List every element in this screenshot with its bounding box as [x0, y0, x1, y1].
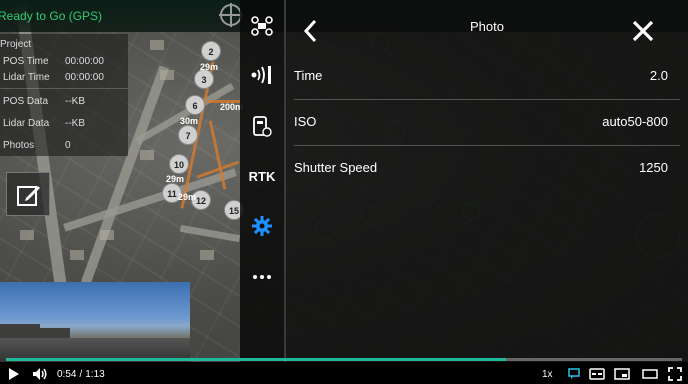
feed-building — [40, 328, 70, 338]
project-row-value: --KB — [65, 118, 85, 129]
close-button[interactable] — [632, 20, 654, 42]
project-title: Project — [0, 39, 32, 50]
map-building — [150, 40, 164, 50]
settings-tool[interactable] — [240, 208, 284, 244]
project-row-key: Lidar Time — [3, 72, 50, 83]
project-row-key: Photos — [3, 140, 35, 151]
project-row-key: POS Time — [3, 56, 49, 67]
rtk-label: RTK — [248, 168, 276, 184]
theater-mode-button[interactable] — [642, 366, 658, 382]
setting-label: Shutter Speed — [294, 160, 378, 175]
aircraft-tool[interactable] — [240, 8, 284, 44]
setting-value: 2.0 — [649, 68, 668, 83]
project-row-value: 00:00:00 — [65, 72, 104, 83]
transcript-button[interactable] — [567, 366, 581, 382]
map-road — [179, 224, 241, 243]
edit-mission-button[interactable] — [6, 172, 50, 216]
map-building — [20, 230, 34, 240]
map-building — [100, 230, 114, 240]
lidar-scan-icon — [251, 66, 271, 84]
captions-icon — [589, 368, 605, 380]
pip-button[interactable] — [614, 366, 630, 382]
map-building — [140, 150, 154, 160]
time-display: 0:54 / 1:13 — [57, 366, 105, 382]
crosshair-icon[interactable] — [219, 3, 243, 27]
altitude-label: 29m — [178, 192, 197, 202]
setting-row-time[interactable]: Time 2.0 — [286, 53, 688, 99]
project-row-value: 0 — [65, 140, 71, 151]
map-building — [200, 250, 214, 260]
setting-value: 1250 — [639, 160, 668, 175]
waypoint-marker[interactable]: 3 — [194, 69, 214, 89]
project-row-value: --KB — [65, 96, 85, 107]
map-building — [160, 70, 174, 80]
picture-in-picture-icon — [614, 368, 630, 380]
rtk-tool[interactable]: RTK — [240, 158, 284, 194]
more-tool[interactable] — [240, 259, 284, 295]
volume-button[interactable] — [32, 366, 48, 382]
captions-button[interactable] — [589, 366, 605, 382]
setting-row-shutter-speed[interactable]: Shutter Speed 1250 — [286, 145, 688, 191]
photo-settings-panel: Photo Time 2.0 ISO auto50-800 Shutter Sp… — [286, 0, 688, 362]
playback-speed-button[interactable]: 1x — [542, 366, 553, 382]
progress-fill — [6, 358, 507, 361]
setting-label: ISO — [294, 114, 317, 129]
device-check-icon — [253, 116, 272, 137]
theater-mode-icon — [642, 369, 658, 379]
mission-toolbar: RTK — [240, 0, 284, 362]
waypoint-marker[interactable]: 2 — [201, 41, 221, 61]
more-dots-icon — [253, 275, 271, 279]
project-row-key: POS Data — [3, 96, 49, 107]
duration: 1:13 — [85, 368, 105, 380]
close-icon — [632, 20, 654, 42]
volume-icon — [33, 368, 47, 380]
progress-bar[interactable] — [6, 358, 682, 361]
play-icon — [9, 368, 19, 380]
project-row-value: 00:00:00 — [65, 56, 104, 67]
current-time: 0:54 — [57, 368, 77, 380]
fullscreen-icon — [668, 367, 682, 381]
drone-icon — [251, 16, 273, 36]
altitude-label: 29m — [166, 174, 185, 184]
fullscreen-button[interactable] — [668, 366, 682, 382]
map-building — [70, 250, 84, 260]
altitude-label: 30m — [180, 116, 199, 126]
playback-speed: 1x — [542, 368, 553, 380]
calibration-tool[interactable] — [240, 108, 284, 144]
altitude-label: 29m — [200, 62, 219, 72]
time-separator: / — [79, 368, 83, 380]
transcript-icon — [568, 368, 580, 379]
panel-title: Photo — [470, 19, 504, 34]
connection-status: Ready to Go (GPS) — [0, 9, 103, 23]
setting-value: auto50-800 — [602, 114, 668, 129]
feed-building — [0, 324, 40, 338]
edit-icon — [17, 186, 40, 206]
setting-row-iso[interactable]: ISO auto50-800 — [286, 99, 688, 145]
play-button[interactable] — [8, 366, 20, 382]
lidar-tool[interactable] — [240, 57, 284, 93]
camera-feed[interactable] — [0, 282, 190, 362]
project-row-key: Lidar Data — [3, 118, 50, 129]
project-info-panel: Project POS Time 00:00:00 Lidar Time 00:… — [0, 34, 128, 156]
waypoint-marker[interactable]: 6 — [185, 95, 205, 115]
setting-label: Time — [294, 68, 323, 83]
gear-icon — [252, 216, 272, 236]
waypoint-marker[interactable]: 7 — [178, 125, 198, 145]
waypoint-marker[interactable]: 10 — [169, 154, 189, 174]
divider — [0, 88, 128, 89]
